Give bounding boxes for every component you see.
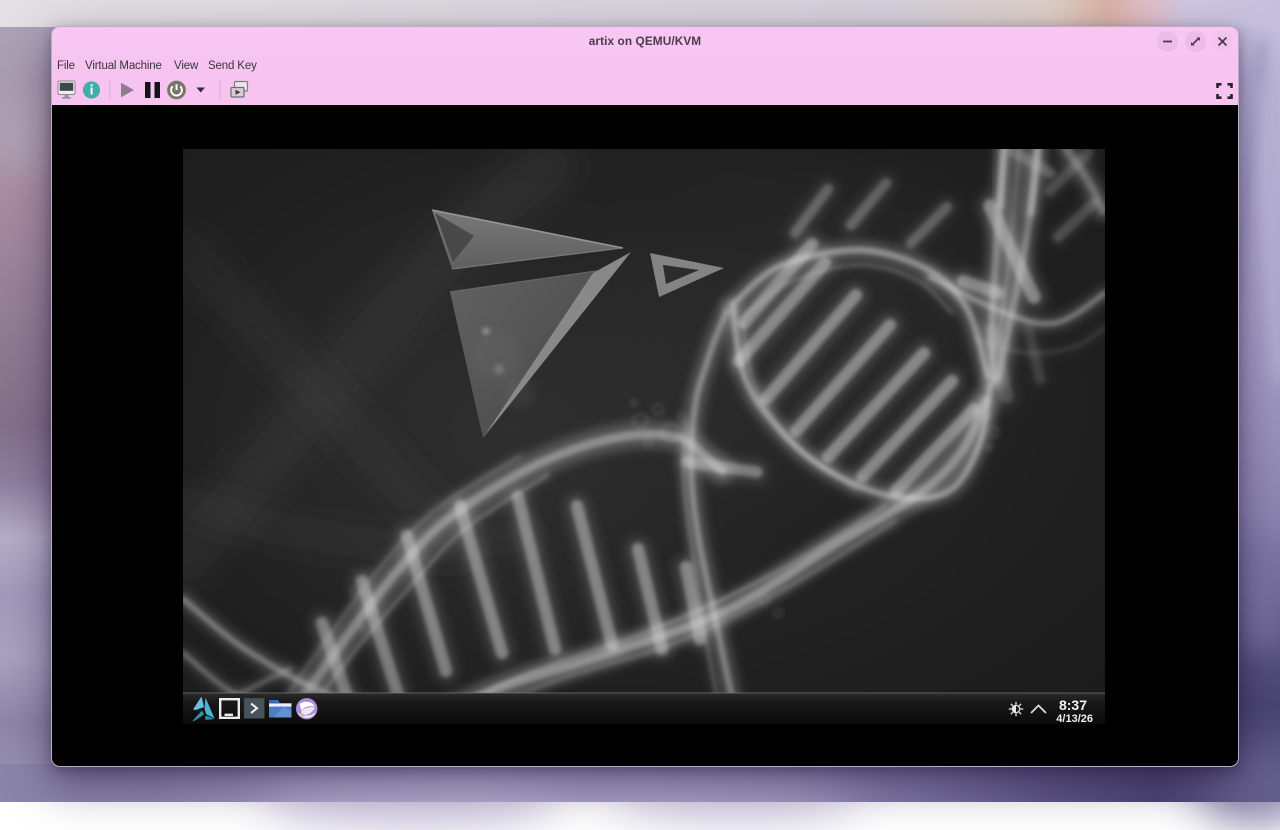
svg-text:4/13/26: 4/13/26 [1056,713,1093,724]
svg-text:8:37: 8:37 [1059,697,1087,713]
